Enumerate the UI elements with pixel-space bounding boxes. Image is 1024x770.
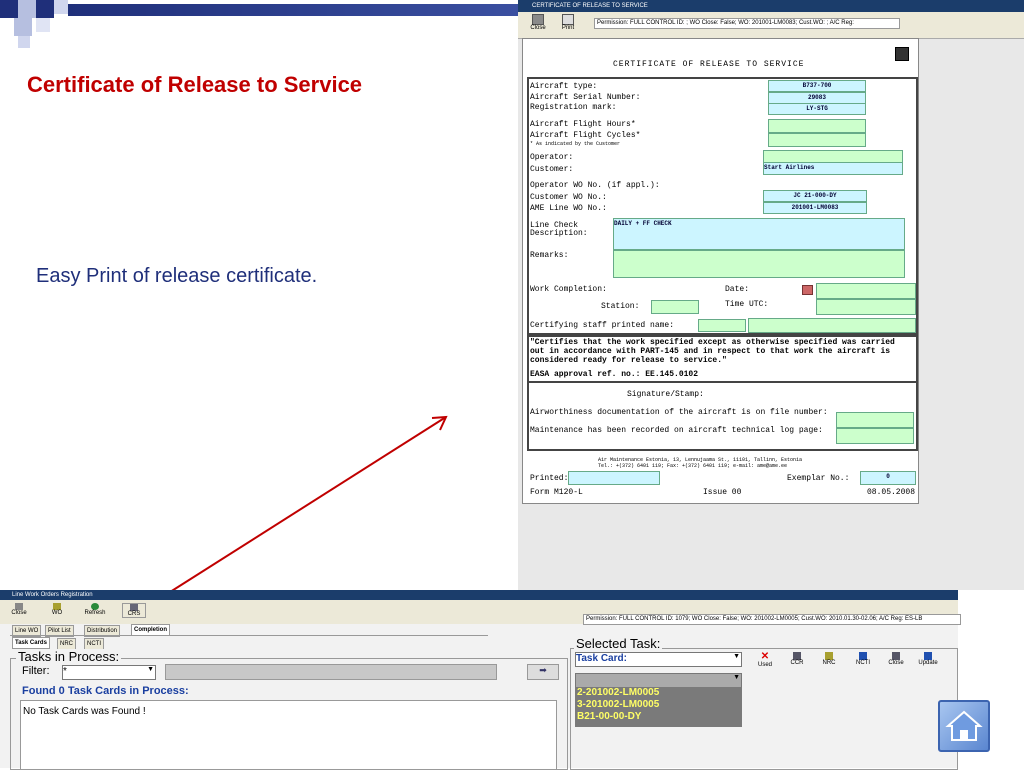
wo-button[interactable]: WO xyxy=(46,603,68,616)
selected-task-title: Selected Task: xyxy=(574,636,663,651)
tab-underline xyxy=(10,635,488,636)
chevron-down-icon: ▼ xyxy=(733,674,740,681)
list-item[interactable]: B21-00-00-DY xyxy=(575,711,742,723)
refresh-icon xyxy=(91,603,99,610)
chevron-down-icon: ▼ xyxy=(147,666,154,673)
lw-permission-field: Permission: FULL CONTROL ID: 1079; WO Cl… xyxy=(583,614,961,625)
crs-icon xyxy=(130,604,138,611)
lw-window-title: Line Work Orders Registration xyxy=(12,592,93,598)
nrc-button[interactable]: NRC xyxy=(818,652,840,666)
update-button[interactable]: Update xyxy=(914,652,942,666)
home-icon xyxy=(945,710,983,741)
task-list[interactable]: No Task Cards was Found ! xyxy=(20,700,557,770)
ncti-button[interactable]: NCTI xyxy=(851,652,875,666)
list-item[interactable]: 2-201002-LM0005 xyxy=(575,687,742,699)
refresh-button[interactable]: Refresh xyxy=(82,603,108,616)
go-button[interactable]: ➡ xyxy=(527,664,559,680)
filter-label: Filter: xyxy=(22,665,50,677)
task-close-button[interactable]: Close xyxy=(884,652,908,666)
x-icon: ✕ xyxy=(760,651,770,662)
lw-close-button[interactable]: Close xyxy=(8,603,30,616)
close-icon xyxy=(892,652,900,660)
no-tasks-message: No Task Cards was Found ! xyxy=(23,706,146,717)
used-button[interactable]: ✕ Used xyxy=(754,651,776,669)
task-card-select[interactable]: Task Card: ▼ xyxy=(575,652,742,667)
nrc-icon xyxy=(825,652,833,660)
update-icon xyxy=(924,652,932,660)
tasks-in-process-title: Tasks in Process: xyxy=(16,649,122,664)
task-dropdown-list: 2-201002-LM0005 3-201002-LM0005 B21-00-0… xyxy=(575,687,742,727)
task-combo[interactable]: ▼ xyxy=(575,673,742,688)
close-icon xyxy=(15,603,23,610)
wo-icon xyxy=(53,603,61,610)
chevron-down-icon: ▼ xyxy=(733,653,740,660)
ccr-icon xyxy=(793,652,801,660)
crs-button[interactable]: CRS xyxy=(122,603,146,618)
list-item[interactable]: 3-201002-LM0005 xyxy=(575,699,742,711)
ncti-icon xyxy=(859,652,867,660)
filter-input[interactable] xyxy=(165,664,497,680)
found-text: Found 0 Task Cards in Process: xyxy=(22,685,189,697)
lw-window-titlebar: Line Work Orders Registration xyxy=(0,590,958,600)
filter-select[interactable]: * ▼ xyxy=(62,665,156,680)
tab-task-cards[interactable]: Task Cards xyxy=(12,637,50,649)
ccr-button[interactable]: CCR xyxy=(786,652,808,666)
home-button[interactable] xyxy=(938,700,990,752)
